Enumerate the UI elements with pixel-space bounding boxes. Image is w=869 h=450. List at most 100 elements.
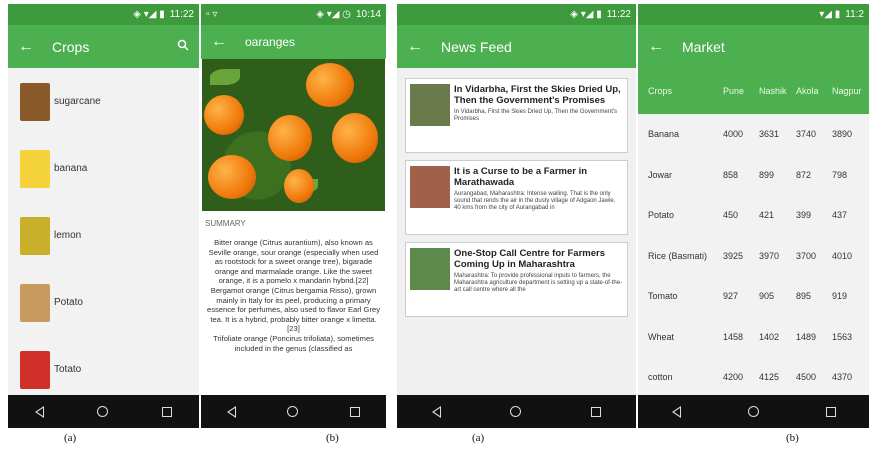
news-text: In Vidarbha, First the Skies Dried Up, T… [454,84,623,147]
page-title: Market [682,38,725,55]
nav-home-icon[interactable] [747,406,759,417]
crop-thumbnail [20,149,50,188]
nav-back-icon[interactable] [431,405,441,418]
list-item[interactable]: lemon [8,202,199,269]
news-text: It is a Curse to be a Farmer in Marathaw… [454,166,623,229]
list-item[interactable]: Totato [8,336,199,403]
status-icons: ◈ ▾◢ ▮ [570,9,602,20]
price-cell: 895 [796,291,812,302]
nav-home-icon[interactable] [97,406,109,417]
price-cell: 4000 [723,129,744,140]
table-row: Wheat 1458 1402 1489 1563 [638,317,869,358]
status-notifications: ▫ ▿ [206,9,218,20]
nav-home-icon[interactable] [510,406,522,417]
column-header: Nagpur [832,86,862,96]
price-cell: 899 [759,169,775,180]
arrow-left-icon[interactable]: ← [648,38,664,56]
orange-photo [202,59,385,211]
app-bar: ← News Feed [397,25,636,68]
nav-recents-icon[interactable] [825,406,836,417]
table-row: Jowar 858 899 872 798 [638,155,869,196]
news-thumbnail [410,84,450,126]
status-time: 11:22 [169,9,194,20]
nav-back-icon[interactable] [226,405,236,418]
arrow-left-icon[interactable]: ← [211,33,227,51]
price-cell: 919 [832,291,848,302]
price-cell: 3631 [759,129,780,140]
news-title: It is a Curse to be a Farmer in Marathaw… [454,166,588,188]
crop-name-cell: Rice (Basmati) [648,250,708,261]
column-header: Pune [723,86,745,96]
caption-a: (a) [64,432,77,444]
crop-name-cell: Wheat [648,331,675,342]
table-row: Banana 4000 3631 3740 3890 [638,114,869,155]
price-cell: 1489 [796,331,817,342]
nav-recents-icon[interactable] [162,406,173,417]
app-bar: ← Crops [8,25,199,68]
crop-name-cell: Banana [648,129,680,140]
crop-name-cell: Tomato [648,291,678,302]
nav-back-icon[interactable] [671,405,681,418]
crop-thumbnail [20,350,50,389]
price-cell: 3890 [832,129,853,140]
crops-screen: ◈ ▾◢ ▮ 11:22 ← Crops sugarcane banana lemo… [8,4,199,428]
price-cell: 872 [796,169,812,180]
crop-label: banana [54,163,88,174]
caption-c: (a) [472,432,485,444]
status-icons: ◈ ▾◢ ▮ [133,9,165,20]
nav-recents-icon[interactable] [350,406,361,417]
status-bar: ▾◢ ▮ 11:2 [638,4,869,25]
news-card[interactable]: It is a Curse to be a Farmer in Marathaw… [405,160,628,235]
price-cell: 1402 [759,331,780,342]
list-item[interactable]: banana [8,135,199,202]
page-title: Crops [52,38,90,55]
news-feed-screen: ◈ ▾◢ ▮ 11:22 ← News Feed In Vidarbha, Fi… [397,4,636,428]
news-text: One-Stop Call Centre for Farmers Coming … [454,248,623,311]
app-bar: ← oaranges [201,25,386,59]
page-title: oaranges [245,35,296,49]
summary-paragraph: Trifoliate orange (Poncirus trifoliata),… [213,333,374,353]
caption-b: (b) [326,432,339,444]
orange-fruit [306,63,354,107]
nav-back-icon[interactable] [34,405,44,418]
crop-name-cell: Potato [648,210,675,221]
orange-fruit [332,113,378,163]
nav-bar [397,395,636,428]
table-header: Crops Pune Nashik Akola Nagpur [638,68,869,114]
status-bar: ◈ ▾◢ ▮ 11:22 [397,4,636,25]
price-cell: 1563 [832,331,853,342]
news-summary: Maharashtra: To provide professional inp… [454,273,623,293]
price-cell: 4200 [723,372,744,383]
news-summary: In Vidarbha, First the Skies Dried Up, T… [454,109,618,122]
status-time: 10:14 [355,9,381,20]
column-header: Nashik [759,86,787,96]
crop-list: sugarcane banana lemon Potato Totato [8,68,199,403]
price-cell: 3700 [796,250,817,261]
arrow-left-icon[interactable]: ← [407,38,423,56]
status-bar: ◈ ▾◢ ▮ 11:22 [8,4,199,25]
nav-home-icon[interactable] [287,406,299,417]
price-cell: 905 [759,291,775,302]
price-cell: 437 [832,210,848,221]
list-item[interactable]: Potato [8,269,199,336]
news-thumbnail [410,248,450,290]
column-header: Akola [796,86,819,96]
news-card[interactable]: In Vidarbha, First the Skies Dried Up, T… [405,78,628,153]
news-summary: Aurangabad, Maharashtra: Intense wailing… [454,191,616,211]
arrow-left-icon[interactable]: ← [18,38,34,56]
price-cell: 399 [796,210,812,221]
crop-label: Potato [54,297,83,308]
list-item[interactable]: sugarcane [8,68,199,135]
status-icons: ▾◢ ▮ [819,9,841,20]
orange-fruit [268,115,312,161]
search-icon[interactable] [177,39,189,54]
price-cell: 4370 [832,372,853,383]
status-bar: ▫ ▿ ◈ ▾◢ ◷ 10:14 [201,4,386,25]
price-cell: 3740 [796,129,817,140]
news-card[interactable]: One-Stop Call Centre for Farmers Coming … [405,242,628,317]
crop-detail-screen: ▫ ▿ ◈ ▾◢ ◷ 10:14 ← oaranges SUMMARY Bitt… [201,4,386,428]
table-row: Rice (Basmati) 3925 3970 3700 4010 [638,236,869,277]
crop-name-cell: Jowar [648,169,673,180]
summary-text: Bitter orange (Citrus aurantium), also k… [201,238,386,353]
nav-recents-icon[interactable] [591,406,602,417]
